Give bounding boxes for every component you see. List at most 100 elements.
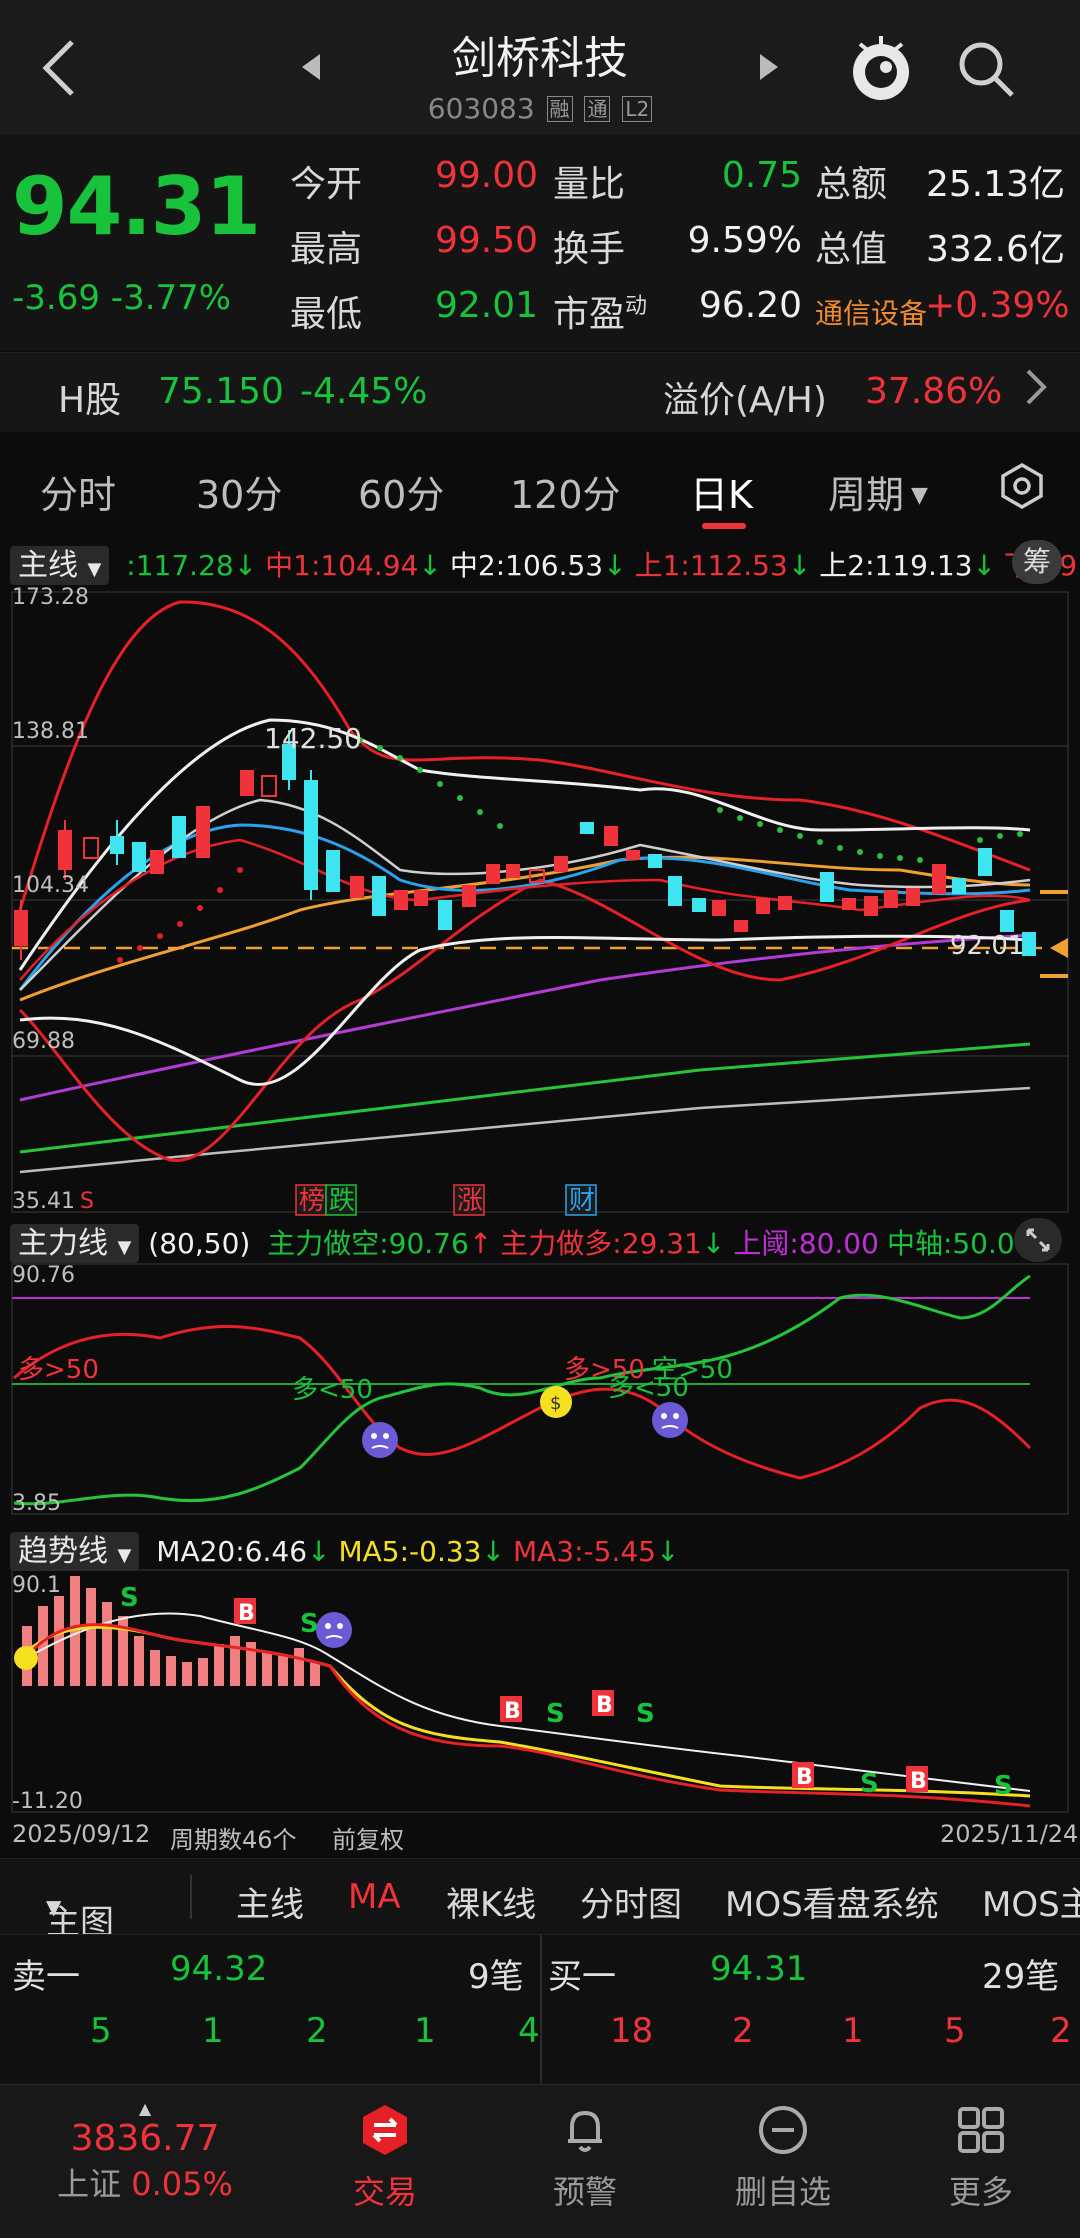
- event-badge-rank[interactable]: 榜: [299, 1186, 325, 1216]
- main-legend-value-0: :117.28: [126, 549, 234, 582]
- sell-signal-icon: S: [300, 1609, 319, 1639]
- event-badge-fall[interactable]: 跌: [329, 1186, 355, 1216]
- flow-legend-value-0: 主力做空:90.76: [267, 1227, 469, 1260]
- indicator-tab-intraday[interactable]: 分时图: [580, 1877, 682, 1926]
- event-badge-finance[interactable]: 财: [569, 1186, 595, 1216]
- pe-label: 市盈动: [553, 294, 648, 335]
- high-price-annotation: 142.50: [264, 722, 362, 755]
- indicator-tab-ma[interactable]: MA: [348, 1877, 401, 1917]
- caret-down-icon: ▼: [904, 483, 928, 508]
- indicator-tab-mos-main[interactable]: MOS主: [982, 1877, 1080, 1926]
- trend-chart[interactable]: 90.1 -11.20 S B S B S B S B S B S: [0, 1566, 1080, 1816]
- main-legend-arrow-0: ↓: [233, 549, 258, 582]
- ask1-label: 卖一: [12, 1957, 80, 1997]
- tab-period-dropdown[interactable]: 周期 ▼: [828, 464, 928, 519]
- bell-icon: [568, 2110, 602, 2152]
- ask1-price: 94.32: [170, 1949, 268, 1989]
- search-icon[interactable]: [955, 38, 1017, 100]
- tab-intraday[interactable]: 分时: [40, 464, 116, 519]
- nav-remove-watchlist[interactable]: 删自选: [708, 2103, 858, 2213]
- nav-trade[interactable]: 交易: [310, 2103, 460, 2213]
- index-name: 上证: [57, 2165, 122, 2203]
- pe-value: 96.20: [698, 285, 802, 326]
- ask-size: 4: [518, 2011, 540, 2051]
- sell-signal-icon: S: [120, 1583, 139, 1613]
- ask-size: 1: [414, 2011, 436, 2051]
- sector-change: +0.39%: [925, 285, 1070, 326]
- high-label: 最高: [290, 229, 363, 270]
- index-ticker[interactable]: ▲ 3836.77 上证 0.05%: [20, 2099, 270, 2205]
- sector-link[interactable]: 通信设备: [815, 292, 927, 332]
- turnover-amount-value: 25.13亿: [925, 164, 1065, 205]
- minus-circle-icon: [759, 2106, 807, 2154]
- main-force-chart[interactable]: 90.76 3.85 多>50 多<50 多>50 空>50 多<50 $: [0, 1258, 1080, 1518]
- chips-badge[interactable]: 筹: [1012, 540, 1062, 584]
- active-tab-underline: [702, 523, 746, 529]
- flow-label-1: 多>50: [18, 1355, 99, 1385]
- indicator-tab-mos-system[interactable]: MOS看盘系统: [725, 1877, 939, 1926]
- tab-120min[interactable]: 120分: [510, 464, 621, 519]
- bid-size: 2: [1050, 2011, 1072, 2051]
- premium-label: 溢价(A/H): [663, 380, 827, 421]
- adjust-mode: 前复权: [332, 1826, 404, 1854]
- money-bag-icon: [14, 1646, 38, 1670]
- buy-signal-icon: B: [910, 1769, 927, 1794]
- sad-face-icon: [316, 1612, 352, 1648]
- sad-face-icon: [362, 1422, 398, 1458]
- next-stock-icon[interactable]: [756, 52, 782, 82]
- grid-icon: [958, 2107, 1004, 2153]
- start-date: 2025/09/12: [12, 1820, 151, 1848]
- flow-legend-value-2: 上阈:80.00: [733, 1227, 879, 1260]
- last-price-annotation: 92.01: [950, 931, 1024, 961]
- svg-text:$: $: [550, 1393, 561, 1414]
- nav-alert[interactable]: 预警: [510, 2103, 660, 2213]
- period-tabs: 分时 30分 60分 120分 日K 周期 ▼: [0, 440, 1080, 540]
- settings-hexagon-icon[interactable]: [998, 462, 1046, 514]
- open-label: 今开: [290, 164, 363, 205]
- axis-label-5: 35.41: [12, 1189, 75, 1214]
- flow-label-5: 多<50: [608, 1373, 689, 1403]
- flow-label-2: 多<50: [292, 1375, 373, 1405]
- expand-icon[interactable]: [1014, 1218, 1062, 1262]
- buy-signal-icon: B: [238, 1601, 255, 1626]
- ask-size: 2: [306, 2011, 328, 2051]
- main-legend-value-2: 中2:106.53: [449, 549, 604, 582]
- h-share-label: H股: [58, 380, 122, 421]
- mascot-eye-icon[interactable]: [848, 34, 914, 104]
- divider: [190, 1875, 192, 1919]
- ask-size: 5: [90, 2011, 112, 2051]
- high-value: 99.50: [434, 220, 538, 261]
- tab-daily-k[interactable]: 日K: [690, 464, 753, 519]
- back-arrow-icon[interactable]: [36, 36, 84, 100]
- h-share-price: 75.150: [158, 371, 284, 412]
- sad-face-icon: [652, 1402, 688, 1438]
- flow-legend-arrow-1: ↓: [701, 1227, 726, 1260]
- chevron-right-icon: [1022, 365, 1050, 418]
- nav-more[interactable]: 更多: [906, 2103, 1056, 2213]
- trend-legend-values: MA20:6.46↓ MA5:-0.33↓ MA3:-5.45↓: [148, 1535, 679, 1568]
- low-label: 最低: [290, 294, 363, 335]
- trade-icon: [363, 2105, 407, 2155]
- sell-signal-icon: S: [546, 1699, 565, 1729]
- axis-label-2: 138.81: [12, 719, 89, 744]
- tab-60min[interactable]: 60分: [358, 464, 444, 519]
- nav-alert-label: 预警: [552, 2173, 617, 2211]
- premium-value: 37.86%: [865, 371, 1003, 412]
- event-badge-rise[interactable]: 涨: [457, 1186, 483, 1216]
- market-cap-label: 总值: [815, 229, 888, 270]
- orderbook-divider: [540, 1935, 542, 2085]
- h-share-row[interactable]: H股 75.150 -4.45% 溢价(A/H) 37.86%: [0, 352, 1080, 432]
- tab-30min[interactable]: 30分: [196, 464, 282, 519]
- indicator-tab-mainline[interactable]: 主线: [236, 1877, 304, 1926]
- bid-size: 5: [944, 2011, 966, 2051]
- main-legend-value-1: 中1:104.94: [265, 549, 419, 582]
- index-value: 3836.77: [70, 2118, 220, 2159]
- axis-label-1: 173.28: [12, 585, 89, 610]
- sell-mark-s: S: [80, 1189, 94, 1214]
- open-value: 99.00: [434, 155, 538, 196]
- prev-stock-icon[interactable]: [298, 52, 324, 82]
- indicator-tab-naked-k[interactable]: 裸K线: [446, 1877, 536, 1926]
- index-percent: 0.05%: [131, 2165, 233, 2203]
- candlestick-chart[interactable]: 173.28 138.81 104.34 69.88 35.41 S 142.5…: [0, 580, 1080, 1220]
- flow-legend-values: 主力做空:90.76↑ 主力做多:29.31↓ 上阈:80.00 中轴:50.00: [259, 1227, 1032, 1260]
